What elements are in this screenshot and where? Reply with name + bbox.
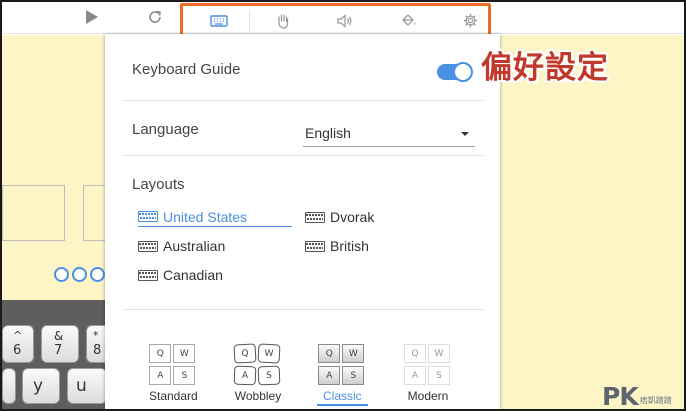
style-preview: Q W A S — [318, 344, 366, 386]
layout-label: United States — [163, 208, 248, 225]
divider — [123, 309, 483, 310]
style-label: Standard — [149, 389, 198, 403]
layout-label: Dvorak — [330, 209, 375, 225]
keyboard-key: ^ 6 — [2, 325, 34, 363]
letter-slot — [2, 185, 65, 241]
reload-icon[interactable] — [142, 4, 168, 30]
layout-label: Canadian — [163, 267, 223, 283]
layout-option-united-states[interactable]: United States — [138, 207, 292, 227]
preview-key: S — [257, 365, 281, 386]
keyboard-icon — [138, 240, 158, 252]
preview-key: W — [173, 344, 196, 363]
preferences-callout: 偏好設定 — [481, 50, 609, 86]
watermark-brand: PK — [602, 382, 639, 411]
preview-key: A — [404, 366, 426, 385]
key-label: 6 — [13, 343, 22, 358]
layout-option-canadian[interactable]: Canadian — [138, 265, 223, 285]
layout-label: Australian — [163, 238, 226, 254]
style-option-classic[interactable]: Q W A S Classic — [317, 344, 368, 409]
language-label: Language — [132, 121, 199, 138]
preview-key: W — [257, 343, 281, 364]
key-label: 7 — [54, 343, 63, 358]
preview-key: Q — [318, 344, 341, 363]
key-label: u — [76, 376, 87, 396]
style-preview: Q W A S — [149, 344, 197, 386]
keyboard-icon — [138, 269, 158, 281]
style-option-standard[interactable]: Q W A S Standard — [149, 344, 198, 409]
key-label: & — [54, 329, 64, 343]
preview-key: W — [342, 344, 365, 363]
preview-key: A — [149, 366, 172, 385]
toolbar-divider — [249, 11, 250, 31]
toggle-knob — [453, 62, 473, 82]
preview-key: W — [428, 344, 450, 363]
preview-key: S — [428, 366, 450, 385]
keyboard-guide-toggle[interactable] — [437, 62, 473, 82]
settings-toolbar-highlight — [180, 3, 491, 38]
style-preview: Q W A S — [233, 343, 282, 386]
hand-icon[interactable] — [253, 6, 313, 35]
style-preview: Q W A S — [404, 344, 452, 386]
keyboard-icon — [305, 240, 325, 252]
gear-icon[interactable] — [440, 6, 500, 35]
divider — [123, 100, 483, 101]
layout-label: British — [330, 238, 369, 254]
top-toolbar — [0, 0, 686, 38]
progress-dot — [54, 267, 69, 282]
keyboard-icon[interactable] — [189, 6, 249, 35]
preview-key: A — [318, 366, 341, 385]
language-select-value: English — [305, 125, 351, 141]
key-label: ^ — [13, 329, 23, 342]
layouts-label: Layouts — [132, 176, 185, 193]
style-option-modern[interactable]: Q W A S Modern — [404, 344, 452, 409]
keyboard-key: & 7 — [41, 325, 79, 363]
preview-key: S — [173, 366, 196, 385]
watermark-logo: PK 痞凱踏踏 — [602, 382, 672, 411]
key-label: y — [33, 376, 44, 396]
keyboard-icon — [305, 211, 325, 223]
sound-icon[interactable] — [316, 6, 376, 35]
keyboard-guide-label: Keyboard Guide — [132, 61, 241, 78]
keyboard-key — [2, 368, 16, 404]
style-option-wobbley[interactable]: Q W A S Wobbley — [233, 343, 282, 409]
watermark-sub: 痞凱踏踏 — [639, 396, 672, 405]
chevron-down-icon — [461, 132, 469, 136]
preview-key: A — [233, 365, 257, 386]
keyboard-key: y — [22, 368, 60, 404]
preview-key: Q — [233, 343, 257, 364]
style-label: Modern — [407, 389, 449, 403]
preview-key: Q — [149, 344, 172, 363]
divider — [123, 155, 483, 156]
layout-option-british[interactable]: British — [305, 236, 369, 256]
layout-option-australian[interactable]: Australian — [138, 236, 225, 256]
keyboard-key: u — [67, 368, 107, 404]
paint-bucket-icon[interactable] — [379, 6, 439, 35]
preview-key: Q — [404, 344, 426, 363]
layout-option-dvorak[interactable]: Dvorak — [305, 207, 374, 227]
progress-dot — [72, 267, 87, 282]
settings-panel: Keyboard Guide Language English Layouts … — [105, 34, 500, 411]
style-label: Wobbley — [234, 389, 282, 403]
style-label: Classic — [317, 389, 368, 406]
progress-dot — [90, 267, 105, 282]
language-select[interactable]: English — [303, 122, 475, 147]
key-label: 8 — [93, 343, 102, 358]
preview-key: S — [342, 366, 365, 385]
play-icon[interactable] — [79, 4, 105, 30]
key-label: * — [93, 329, 99, 342]
keyboard-icon — [138, 211, 158, 222]
